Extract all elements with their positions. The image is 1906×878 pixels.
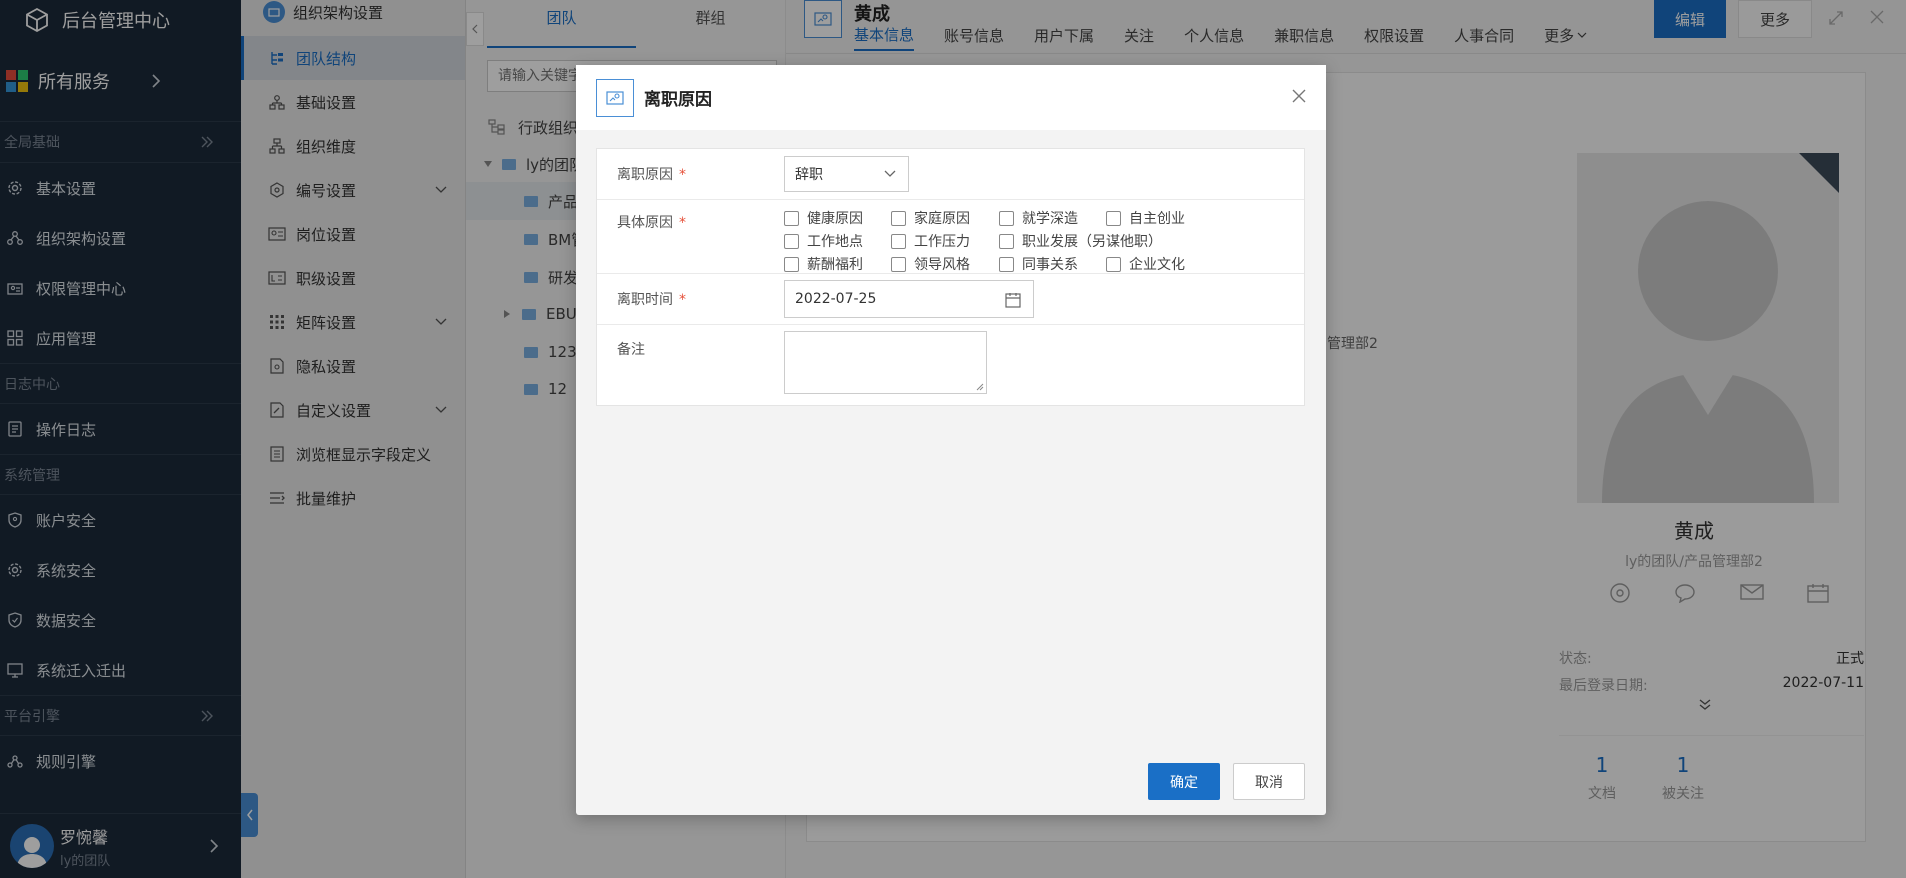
checkbox-label: 工作地点 <box>807 234 863 250</box>
detail-label: 具体原因 * <box>597 208 784 232</box>
user-card-icon <box>596 78 634 117</box>
chevron-down-icon <box>884 170 896 178</box>
field-label-text: 具体原因 <box>617 215 673 231</box>
checkbox-label: 职业发展（另谋他职） <box>1022 234 1162 250</box>
checkbox-career[interactable]: 职业发展（另谋他职） <box>999 231 1216 251</box>
checkbox-label: 企业文化 <box>1129 257 1185 273</box>
detail-checkbox-group: 健康原因 家庭原因 就学深造 自主创业 工作地点 工作压力 职业发展（另谋他职）… <box>784 208 1304 274</box>
checkbox-label: 就学深造 <box>1022 211 1078 227</box>
checkbox-box[interactable] <box>999 210 1014 226</box>
checkbox-label: 薪酬福利 <box>807 257 863 273</box>
dialog-title: 离职原因 <box>644 90 712 110</box>
confirm-button[interactable]: 确定 <box>1148 763 1220 800</box>
required-mark: * <box>679 292 686 308</box>
date-picker[interactable]: 2022-07-25 <box>784 280 1034 318</box>
checkbox-label: 健康原因 <box>807 211 863 227</box>
date-value: 2022-07-25 <box>795 291 877 307</box>
checkbox-startup[interactable]: 自主创业 <box>1106 208 1216 228</box>
field-label-text: 备注 <box>617 342 645 358</box>
reason-select-value: 辞职 <box>795 167 823 183</box>
checkbox-family[interactable]: 家庭原因 <box>891 208 999 228</box>
checkbox-box[interactable] <box>784 233 799 249</box>
calendar-icon[interactable] <box>1005 292 1021 308</box>
checkbox-box[interactable] <box>999 256 1014 272</box>
resignation-dialog: 离职原因 离职原因 * 辞职 具体原因 * 健康原因 家庭原因 就学深造 自主创业 … <box>576 65 1326 815</box>
checkbox-study[interactable]: 就学深造 <box>999 208 1106 228</box>
checkbox-label: 家庭原因 <box>914 211 970 227</box>
checkbox-culture[interactable]: 企业文化 <box>1106 254 1216 274</box>
checkbox-label: 领导风格 <box>914 257 970 273</box>
checkbox-box[interactable] <box>784 210 799 226</box>
field-label-text: 离职时间 <box>617 292 673 308</box>
reason-select[interactable]: 辞职 <box>784 156 909 192</box>
checkbox-box[interactable] <box>1106 256 1121 272</box>
checkbox-label: 同事关系 <box>1022 257 1078 273</box>
checkbox-label: 工作压力 <box>914 234 970 250</box>
checkbox-label: 自主创业 <box>1129 211 1185 227</box>
checkbox-salary[interactable]: 薪酬福利 <box>784 254 891 274</box>
checkbox-health[interactable]: 健康原因 <box>784 208 891 228</box>
resignation-form: 离职原因 * 辞职 具体原因 * 健康原因 家庭原因 就学深造 自主创业 工作地点 … <box>596 148 1305 406</box>
close-icon[interactable] <box>1292 89 1306 103</box>
resize-grip-icon[interactable] <box>976 383 984 391</box>
checkbox-leadership[interactable]: 领导风格 <box>891 254 999 274</box>
checkbox-box[interactable] <box>1106 210 1121 226</box>
required-mark: * <box>679 215 686 231</box>
reason-label: 离职原因 * <box>597 164 784 184</box>
field-label-text: 离职原因 <box>617 167 673 183</box>
note-textarea[interactable] <box>784 331 987 394</box>
date-label: 离职时间 * <box>597 289 784 309</box>
note-label: 备注 <box>597 331 784 359</box>
required-mark: * <box>679 167 686 183</box>
checkbox-colleagues[interactable]: 同事关系 <box>999 254 1106 274</box>
checkbox-box[interactable] <box>891 256 906 272</box>
checkbox-pressure[interactable]: 工作压力 <box>891 231 999 251</box>
checkbox-box[interactable] <box>999 233 1014 249</box>
checkbox-location[interactable]: 工作地点 <box>784 231 891 251</box>
checkbox-box[interactable] <box>891 210 906 226</box>
checkbox-box[interactable] <box>784 256 799 272</box>
cancel-button[interactable]: 取消 <box>1233 763 1305 800</box>
checkbox-box[interactable] <box>891 233 906 249</box>
